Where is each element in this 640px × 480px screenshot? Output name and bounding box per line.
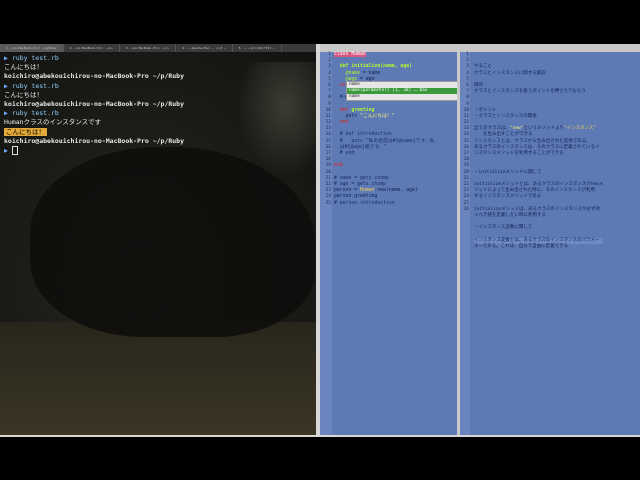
- note-line: クラスとインスタンスを扱うポイントを押さえてもらう: [474, 89, 586, 95]
- terminal-line: こんにちは！: [4, 63, 43, 72]
- terminal-tab-2[interactable]: 2. …ho-MacBook-Pro: ~/d…: [64, 44, 120, 52]
- note-line: インスタンス変数とは、あるクラスのインスタンスのパラメー: [474, 237, 604, 244]
- note-line: ターである。これは、自分で自由に定義できる: [474, 243, 569, 249]
- line-number: 26: [463, 206, 469, 212]
- editor-status-bar: [320, 435, 640, 437]
- notes-editor[interactable]: 1 2 3 4 5 6 7 8 9 10 11 12 13 14 15 16 17 18 19 20 21 22 23 24 2…: [460, 52, 640, 435]
- line-number-gutter: 1 2 3 4 5 6 7 8 9 10 11 12 13 14 15 16 17 18 19 20 21 22 23 24 2…: [320, 52, 332, 435]
- code-text: class Human def initialize(name, age) @n…: [334, 52, 434, 207]
- note-line: インスタンスとは、クラスから生み出された実体である。: [474, 138, 591, 144]
- terminal-pane[interactable]: ▶ ruby test.rb こんにちは！ koichiro@abekouich…: [0, 52, 316, 435]
- background-elephant: [30, 147, 315, 337]
- terminal-line: koichiro@abekouichirou-no-MacBook-Pro ~/…: [4, 72, 185, 81]
- background-grass: [0, 322, 316, 435]
- terminal-line: こんにちは！: [4, 127, 47, 136]
- background-tree: [240, 62, 316, 172]
- editor-top-bar: [320, 44, 640, 52]
- terminal-line: ▶ ruby test.rb: [4, 54, 59, 62]
- autocomplete-popup[interactable]: name name(parameter) (1, 38) … bas name: [346, 81, 460, 101]
- terminal-line: Humanクラスのインスタンスです: [4, 118, 102, 127]
- terminal-status-bar: [0, 435, 320, 437]
- terminal-tab-1[interactable]: 1. …ho-MacBook-Pro: ~/p/Ruby: [0, 44, 64, 52]
- notes-text: やること クラスとインスタンスに関する解説 目的 クラスとインスタンスを扱うポイ…: [474, 52, 604, 250]
- code-editor[interactable]: 1 2 3 4 5 6 7 8 9 10 11 12 13 14 15 16 17 18 19 20 21 22 23 24 2…: [320, 52, 457, 435]
- terminal-prompt-line[interactable]: ▶: [4, 146, 184, 156]
- terminal-tab-4[interactable]: 4. … Apache/Pac... 2.0 …: [176, 44, 233, 52]
- code-line: # person.introduction: [334, 200, 395, 206]
- autocomplete-item[interactable]: name: [347, 94, 459, 100]
- terminal-tab-3[interactable]: 3. …ho-MacBook-Pro: ~/c…: [120, 44, 177, 52]
- terminal-tab-5[interactable]: 5. … ~/src/ShiftIt …: [233, 44, 282, 52]
- line-number: 25: [325, 200, 331, 206]
- note-line: initializeメソッドは、あるクラスのインスタンスが必ず持: [474, 206, 600, 212]
- terminal-line: koichiro@abekouichirou-no-MacBook-Pro ~/…: [4, 136, 185, 145]
- terminal-cursor: [11, 146, 18, 156]
- line-number-gutter: 1 2 3 4 5 6 7 8 9 10 11 12 13 14 15 16 17 18 19 20 21 22 23 24 2…: [460, 52, 470, 435]
- terminal-line: ▶ ruby test.rb: [4, 81, 59, 90]
- terminal-line: koichiro@abekouichirou-no-MacBook-Pro ~/…: [4, 100, 185, 109]
- terminal-output: ▶ ruby test.rb こんにちは！ koichiro@abekouich…: [4, 54, 184, 156]
- terminal-line: こんにちは！: [4, 90, 43, 99]
